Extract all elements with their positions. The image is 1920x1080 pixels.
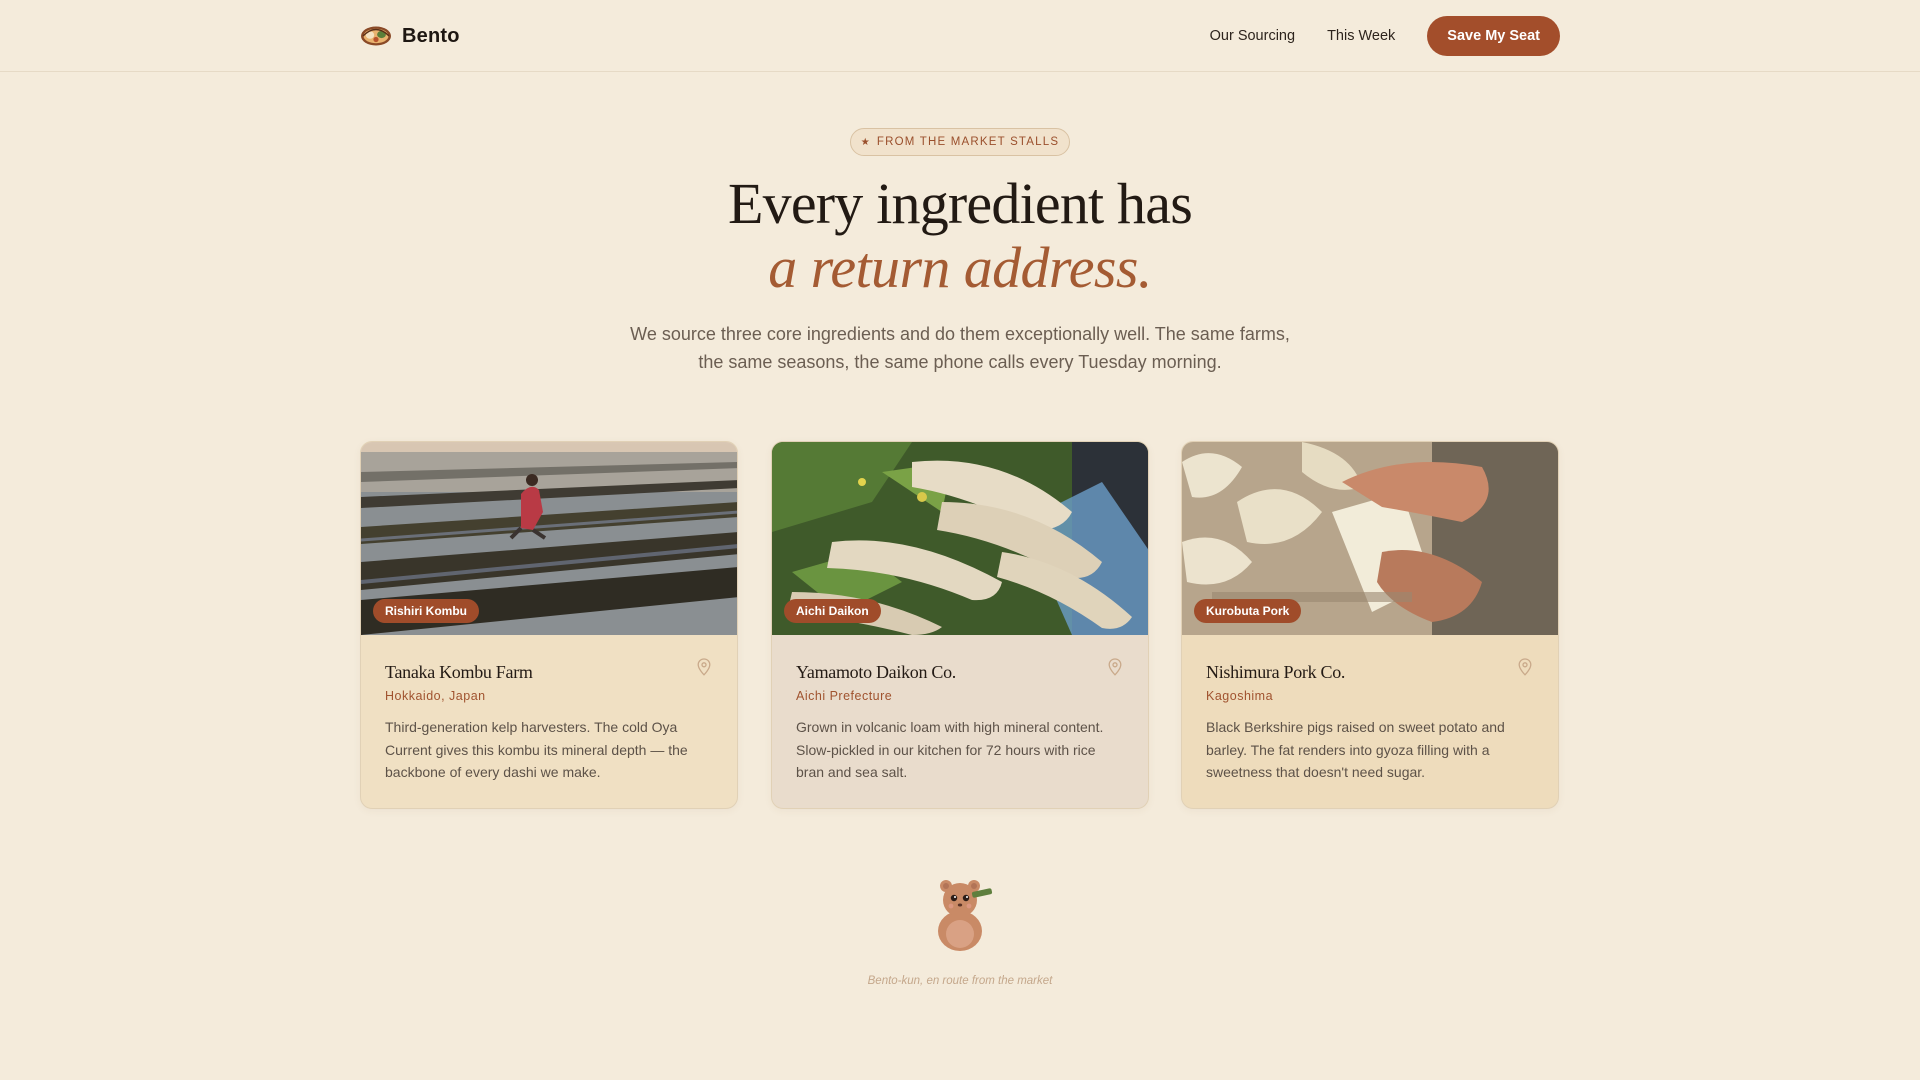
ingredient-tag: Aichi Daikon — [784, 599, 881, 623]
site-header: Bento Our Sourcing This Week Save My Sea… — [0, 0, 1920, 72]
ingredient-tag: Kurobuta Pork — [1194, 599, 1302, 623]
supplier-card[interactable]: Kurobuta Pork Nishimura Pork Co. Kagoshi… — [1181, 441, 1559, 809]
brand-logo[interactable]: Bento — [360, 22, 460, 50]
map-pin-icon[interactable] — [1108, 658, 1122, 676]
section-badge-label: FROM THE MARKET STALLS — [876, 136, 1060, 148]
supplier-description: Black Berkshire pigs raised on sweet pot… — [1206, 719, 1505, 780]
section-badge: ★ FROM THE MARKET STALLS — [850, 128, 1070, 156]
hero-subtitle-line-2: the same seasons, the same phone calls e… — [698, 352, 1222, 372]
main-nav: Our Sourcing This Week Save My Seat — [1210, 16, 1560, 56]
nav-link-our-sourcing[interactable]: Our Sourcing — [1210, 28, 1295, 44]
supplier-card[interactable]: Rishiri Kombu Tanaka Kombu Farm Hokkaido… — [360, 441, 738, 809]
save-my-seat-button[interactable]: Save My Seat — [1427, 16, 1560, 56]
page-title: Every ingredient has — [728, 171, 1193, 236]
gyoza-folding-photo: Kurobuta Pork — [1182, 442, 1558, 635]
supplier-name: Yamamoto Daikon Co. — [796, 662, 956, 682]
daikon-radish-photo: Aichi Daikon — [772, 442, 1148, 635]
bento-kun-mascot — [938, 880, 993, 951]
nav-link-this-week[interactable]: This Week — [1327, 28, 1395, 44]
kelp-farm-photo: Rishiri Kombu — [361, 442, 737, 635]
supplier-name: Nishimura Pork Co. — [1206, 662, 1346, 682]
star-icon: ★ — [860, 136, 871, 148]
supplier-location: Aichi Prefecture — [796, 689, 893, 703]
bento-box-icon — [361, 26, 391, 46]
ingredient-tag: Rishiri Kombu — [373, 599, 480, 623]
page-title-accent: a return address. — [768, 235, 1152, 300]
supplier-description: Third-generation kelp harvesters. The co… — [385, 719, 688, 780]
hero-subtitle: We source three core ingredients and do … — [610, 320, 1310, 376]
mascot-caption: Bento-kun, en route from the market — [867, 975, 1053, 987]
supplier-name: Tanaka Kombu Farm — [385, 662, 533, 682]
hero-subtitle-line-1: We source three core ingredients and do … — [630, 324, 1290, 344]
supplier-location: Hokkaido, Japan — [385, 689, 486, 703]
map-pin-icon[interactable] — [697, 658, 711, 676]
brand-name: Bento — [402, 24, 460, 47]
supplier-location: Kagoshima — [1206, 689, 1274, 703]
supplier-card[interactable]: Aichi Daikon Yamamoto Daikon Co. Aichi P… — [771, 441, 1149, 809]
supplier-description: Grown in volcanic loam with high mineral… — [796, 719, 1104, 780]
map-pin-icon[interactable] — [1518, 658, 1532, 676]
